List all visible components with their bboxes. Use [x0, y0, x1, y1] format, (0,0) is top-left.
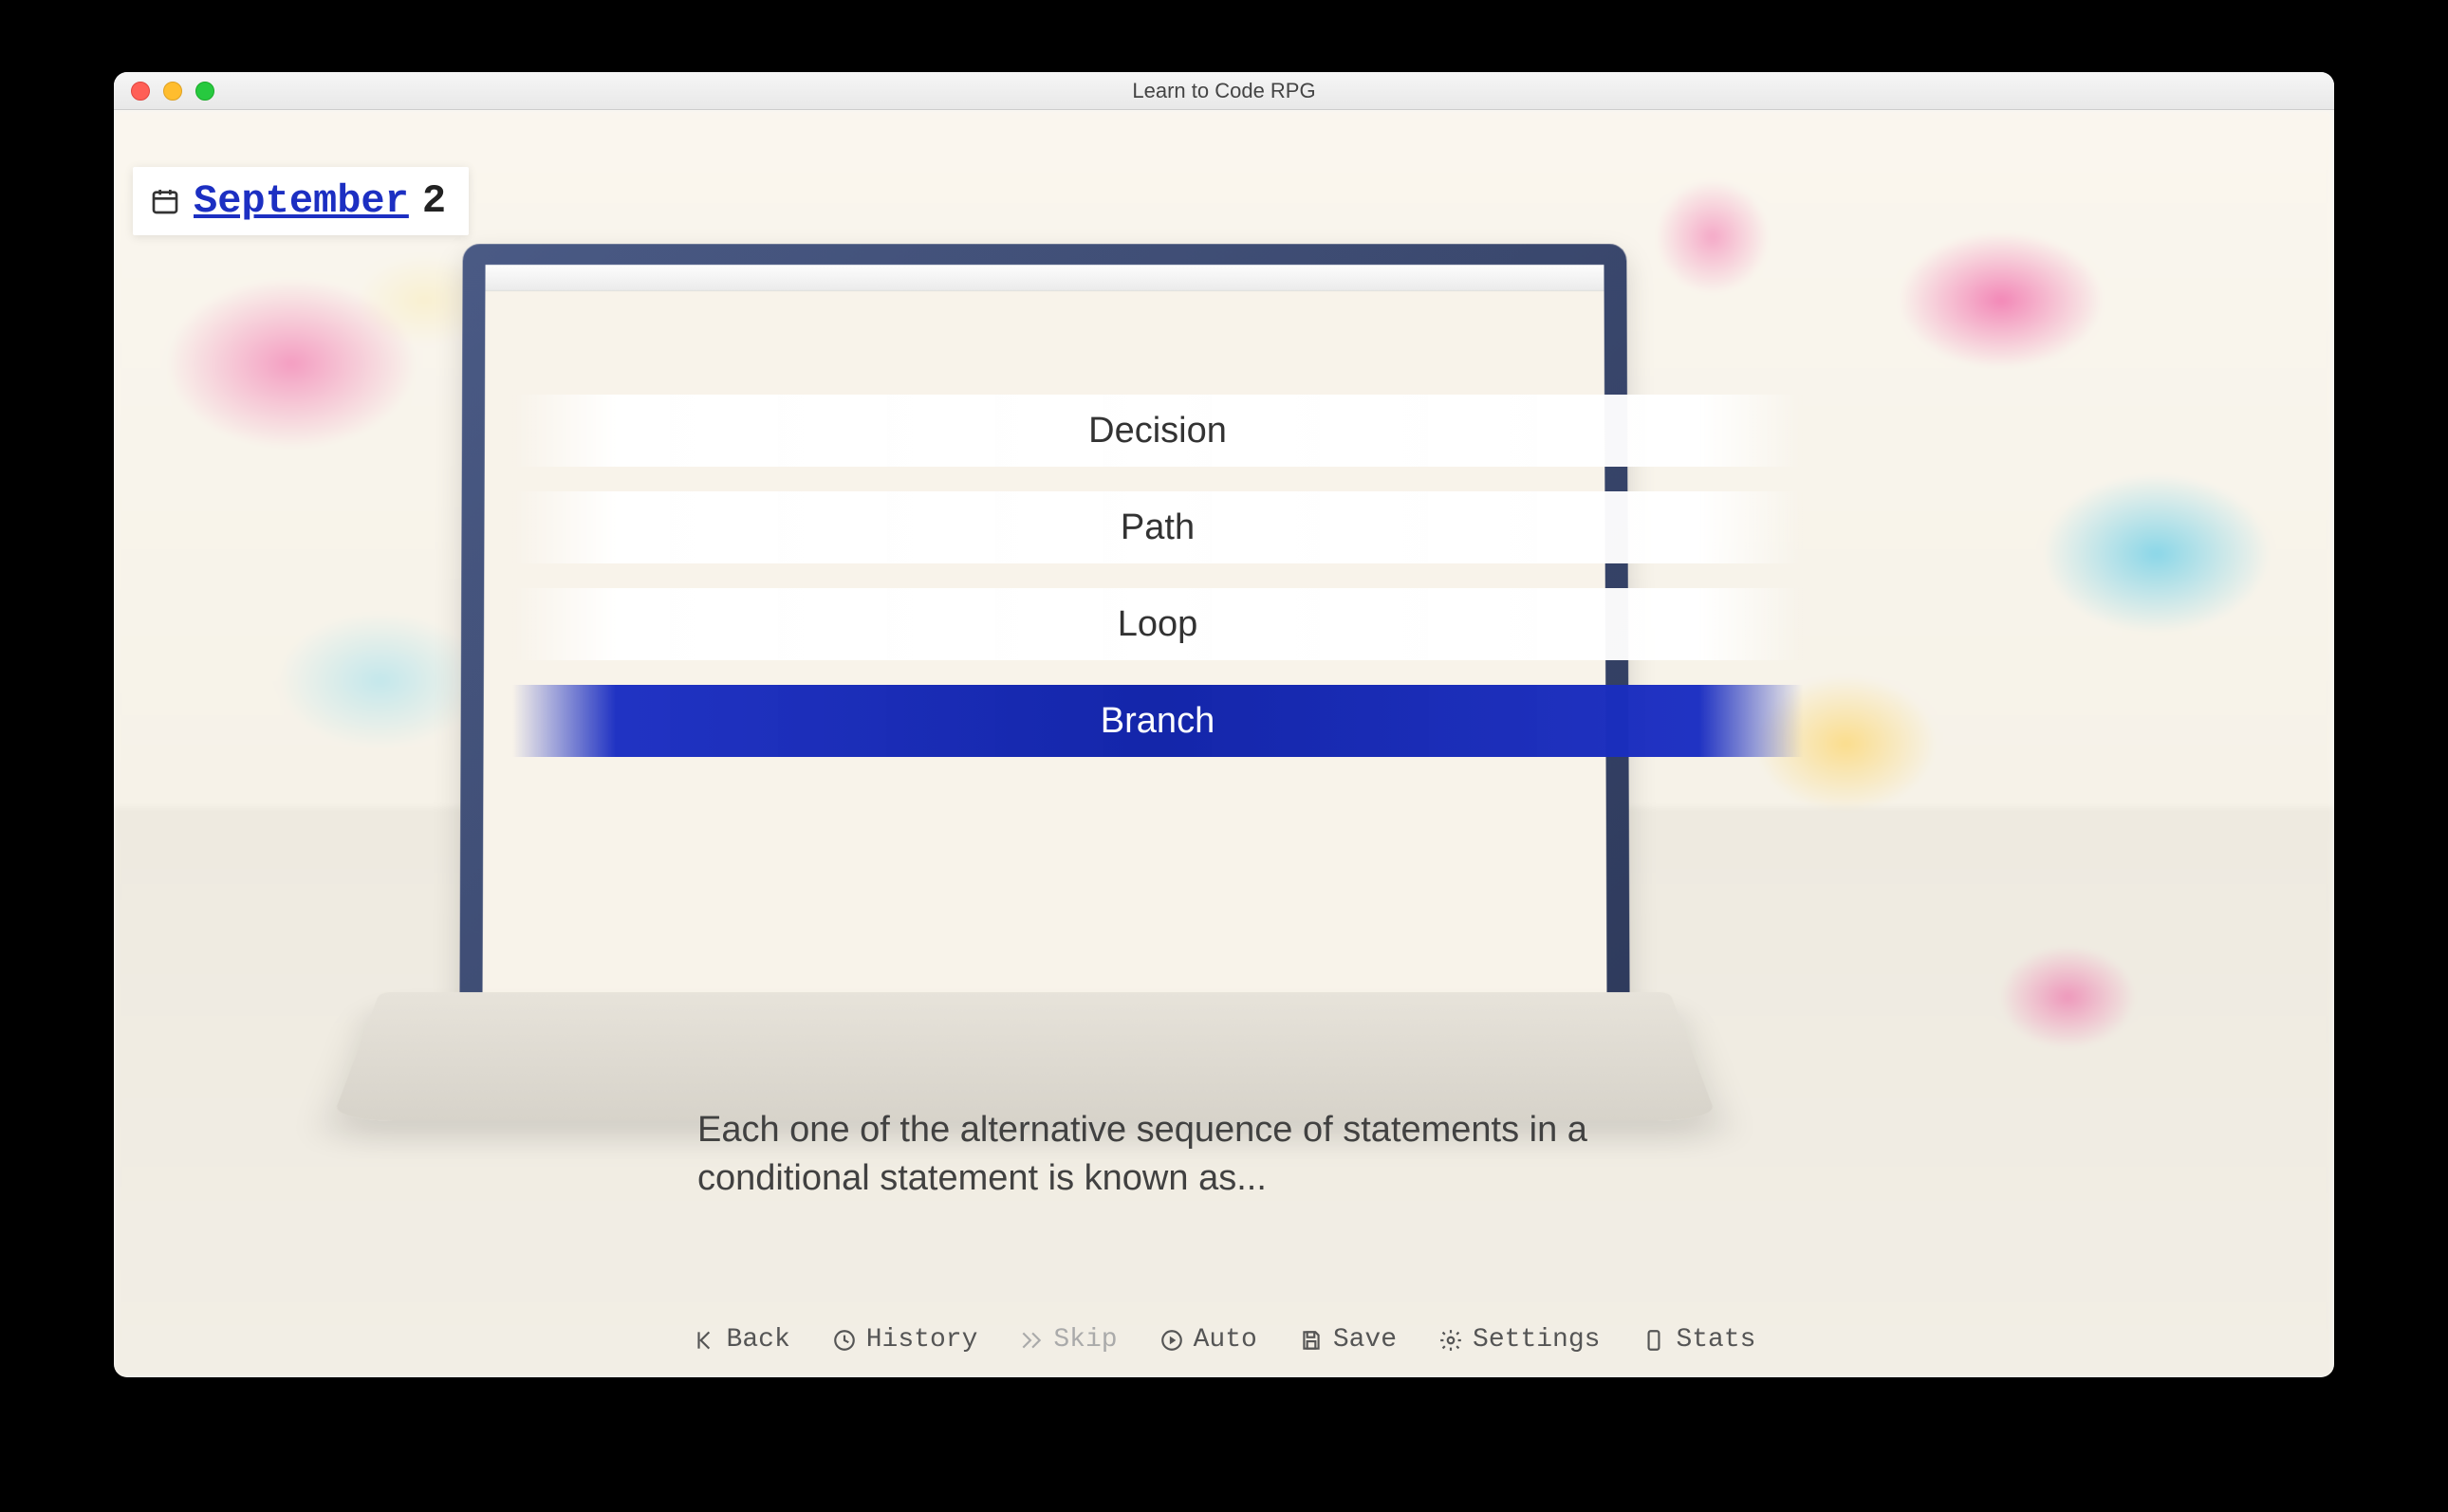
play-circle-icon	[1159, 1328, 1184, 1353]
auto-button[interactable]: Auto	[1159, 1325, 1257, 1355]
titlebar[interactable]: Learn to Code RPG	[114, 72, 2334, 110]
calendar-icon	[150, 186, 180, 216]
bottom-toolbar: Back History Skip Auto Save Settings	[114, 1325, 2334, 1355]
back-button[interactable]: Back	[693, 1325, 790, 1355]
choice-option-path[interactable]: Path	[512, 491, 1803, 563]
choice-label: Path	[1121, 507, 1195, 548]
save-icon	[1299, 1328, 1324, 1353]
window-title: Learn to Code RPG	[114, 79, 2334, 103]
gear-icon	[1438, 1328, 1463, 1353]
app-window: Learn to Code RPG September 2 Dec	[114, 72, 2334, 1377]
choice-label: Decision	[1088, 411, 1227, 452]
stats-label: Stats	[1676, 1325, 1755, 1355]
date-badge: September 2	[133, 167, 469, 235]
auto-label: Auto	[1194, 1325, 1257, 1355]
dialogue-text: Each one of the alternative sequence of …	[697, 1106, 1751, 1204]
stats-button[interactable]: Stats	[1641, 1325, 1755, 1355]
history-button[interactable]: History	[832, 1325, 978, 1355]
traffic-lights	[131, 82, 214, 101]
close-window-button[interactable]	[131, 82, 150, 101]
device-icon	[1641, 1328, 1666, 1353]
back-label: Back	[727, 1325, 790, 1355]
choice-option-branch[interactable]: Branch	[512, 685, 1803, 757]
laptop-menubar	[485, 265, 1604, 291]
dialogue-box[interactable]: Each one of the alternative sequence of …	[508, 1068, 1940, 1282]
choice-option-loop[interactable]: Loop	[512, 588, 1803, 660]
history-icon	[832, 1328, 857, 1353]
skip-label: Skip	[1053, 1325, 1117, 1355]
save-label: Save	[1333, 1325, 1397, 1355]
date-month: September	[194, 178, 409, 224]
choice-menu: Decision Path Loop Branch	[512, 395, 1803, 757]
maximize-window-button[interactable]	[195, 82, 214, 101]
choice-label: Branch	[1101, 701, 1215, 742]
minimize-window-button[interactable]	[163, 82, 182, 101]
save-button[interactable]: Save	[1299, 1325, 1397, 1355]
skip-back-icon	[693, 1328, 717, 1353]
settings-button[interactable]: Settings	[1438, 1325, 1600, 1355]
choice-label: Loop	[1118, 604, 1198, 645]
choice-option-decision[interactable]: Decision	[512, 395, 1803, 467]
skip-button[interactable]: Skip	[1019, 1325, 1117, 1355]
game-viewport: September 2 Decision Path Loop Branch Ea…	[114, 110, 2334, 1377]
history-label: History	[866, 1325, 978, 1355]
fast-forward-icon	[1019, 1328, 1044, 1353]
date-day: 2	[422, 178, 446, 224]
settings-label: Settings	[1473, 1325, 1600, 1355]
